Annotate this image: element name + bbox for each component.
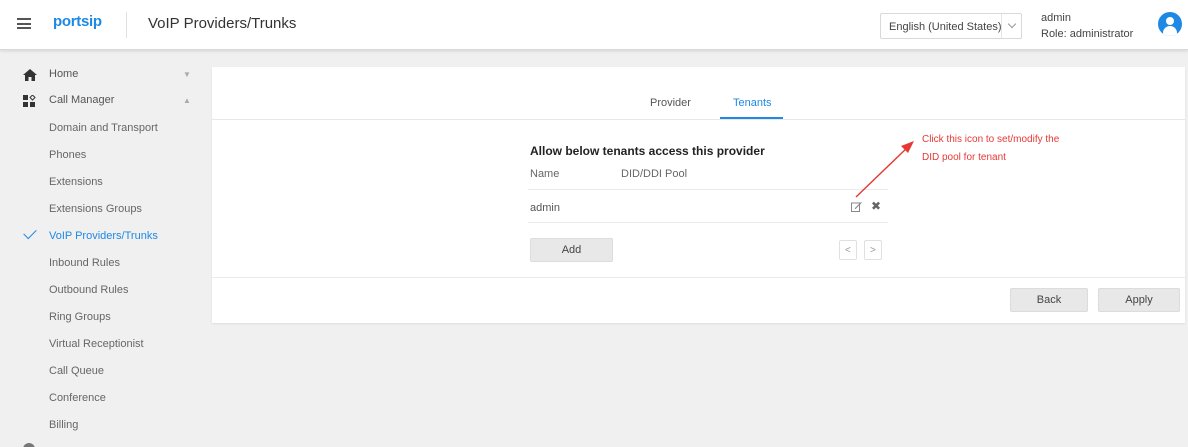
- check-icon: [23, 225, 37, 240]
- chevron-left-icon: <: [845, 245, 851, 256]
- sidebar-item-label: Virtual Receptionist: [49, 338, 144, 350]
- edit-icon[interactable]: [851, 201, 862, 212]
- sidebar-item-label: Outbound Rules: [49, 284, 129, 296]
- sidebar-item-voip-providers[interactable]: VoIP Providers/Trunks: [0, 223, 210, 249]
- user-name: admin: [1041, 12, 1071, 24]
- sidebar-item-label: Ring Groups: [49, 311, 111, 323]
- sidebar-item-label: Domain and Transport: [49, 122, 158, 134]
- sidebar-item-label: Call Manager: [49, 94, 115, 106]
- sidebar-item-label: Inbound Rules: [49, 257, 120, 269]
- sidebar-item-label: Call Queue: [49, 365, 105, 377]
- table-divider: [528, 222, 888, 223]
- sidebar-item-phones[interactable]: Phones: [0, 142, 210, 168]
- sidebar-item-inbound-rules[interactable]: Inbound Rules: [0, 250, 210, 276]
- sidebar-item-call-manager[interactable]: Call Manager ▲: [0, 88, 210, 114]
- tab-bar: Provider Tenants: [212, 67, 1185, 120]
- apply-button[interactable]: Apply: [1098, 288, 1180, 312]
- delete-icon[interactable]: ✖: [871, 199, 881, 213]
- home-icon: [23, 69, 37, 81]
- chevron-down-icon: [1001, 14, 1021, 38]
- user-role: Role: administrator: [1041, 28, 1134, 40]
- sidebar-item-home[interactable]: Home ▼: [0, 62, 210, 88]
- sidebar-item-label: Phones: [49, 149, 87, 161]
- annotation-line-1: Click this icon to set/modify the: [922, 134, 1060, 145]
- menu-icon[interactable]: [17, 18, 31, 29]
- page-title: VoIP Providers/Trunks: [148, 15, 297, 32]
- sidebar-item-conference[interactable]: Conference: [0, 385, 210, 411]
- add-button[interactable]: Add: [530, 238, 613, 262]
- sidebar-item-label: Extensions Groups: [49, 203, 142, 215]
- sidebar-item-label: Extensions: [49, 176, 103, 188]
- sidebar-item-label: Billing: [49, 419, 79, 431]
- chevron-right-icon: >: [870, 245, 876, 256]
- caret-up-icon: ▲: [183, 96, 191, 105]
- active-tab-indicator: [720, 117, 783, 119]
- top-header: portsip VoIP Providers/Trunks English (U…: [0, 0, 1188, 50]
- section-title: Allow below tenants access this provider: [530, 144, 765, 158]
- provider-panel: Provider Tenants Allow below tenants acc…: [212, 67, 1185, 323]
- sidebar-item-outbound-rules[interactable]: Outbound Rules: [0, 277, 210, 303]
- next-page-button[interactable]: >: [864, 240, 882, 260]
- portsip-logo[interactable]: portsip: [53, 13, 102, 30]
- avatar-icon[interactable]: [1158, 12, 1182, 36]
- tenant-name: admin: [530, 202, 560, 214]
- header-divider: [126, 12, 127, 38]
- sidebar-item-label: Conference: [49, 392, 106, 404]
- sidebar-item-ring-groups[interactable]: Ring Groups: [0, 304, 210, 330]
- tab-tenants[interactable]: Tenants: [733, 97, 772, 109]
- sidebar-item-extensions-groups[interactable]: Extensions Groups: [0, 196, 210, 222]
- back-button[interactable]: Back: [1010, 288, 1088, 312]
- sidebar-item-billing[interactable]: Billing: [0, 412, 210, 438]
- language-select[interactable]: English (United States): [880, 13, 1022, 39]
- table-divider: [528, 189, 888, 190]
- footer-divider: [212, 277, 1185, 278]
- sidebar-item-label: Home: [49, 68, 79, 80]
- column-header-name: Name: [530, 168, 560, 180]
- sidebar: Home ▼ Call Manager ▲ Domain and Transpo…: [0, 51, 210, 447]
- language-value: English (United States): [889, 21, 1002, 33]
- sidebar-item-extensions[interactable]: Extensions: [0, 169, 210, 195]
- sidebar-item-virtual-receptionist[interactable]: Virtual Receptionist: [0, 331, 210, 357]
- annotation-line-2: DID pool for tenant: [922, 152, 1006, 163]
- column-header-did-pool: DID/DDI Pool: [621, 168, 688, 180]
- caret-down-icon: ▼: [183, 70, 191, 79]
- sidebar-item-call-queue[interactable]: Call Queue: [0, 358, 210, 384]
- sidebar-item-label: VoIP Providers/Trunks: [49, 230, 158, 242]
- tab-provider[interactable]: Provider: [650, 97, 691, 109]
- prev-page-button[interactable]: <: [839, 240, 857, 260]
- call-manager-icon: [23, 95, 36, 107]
- sidebar-item-domain-transport[interactable]: Domain and Transport: [0, 115, 210, 141]
